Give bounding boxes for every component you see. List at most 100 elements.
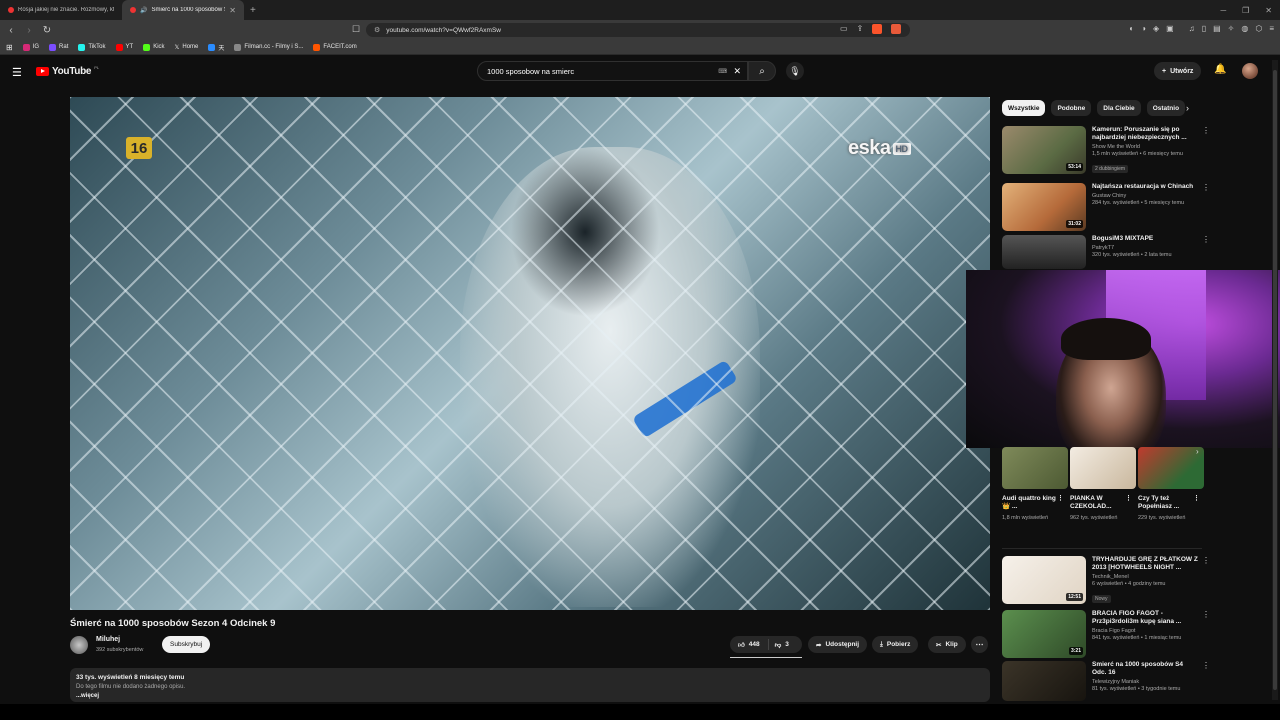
clip-button[interactable]: ✂ Klip bbox=[928, 636, 966, 653]
account-avatar[interactable] bbox=[1242, 63, 1258, 79]
profile-icon[interactable]: ⬡ bbox=[1255, 24, 1262, 33]
browser-tab[interactable]: Rosja jakiej nie znacie. Rozmowy, któ bbox=[0, 0, 122, 20]
channel-avatar[interactable] bbox=[70, 636, 88, 654]
bookmark-item[interactable]: TikTok bbox=[78, 43, 106, 51]
subscribe-button[interactable]: Subskrybuj bbox=[162, 636, 211, 653]
bookmark-item[interactable]: IG bbox=[22, 43, 39, 51]
chip-recent[interactable]: Ostatnio bbox=[1146, 100, 1186, 116]
install-icon[interactable]: ▭ bbox=[840, 24, 848, 34]
bookmark-item[interactable]: Rat bbox=[49, 43, 68, 51]
bookmark-item[interactable]: Filman.cc - Filmy i S... bbox=[234, 43, 304, 51]
extensions-icon[interactable]: ✧ bbox=[1228, 24, 1235, 33]
youtube-logo[interactable]: YouTube PL bbox=[36, 65, 100, 77]
short-item[interactable]: Czy Ty też Popełniasz ... ⋮ 229 tys. wyśw… bbox=[1138, 447, 1204, 522]
minimize-icon[interactable]: ─ bbox=[1220, 6, 1226, 15]
kebab-menu-icon[interactable]: ⋮ bbox=[1125, 495, 1132, 503]
short-title-wrap: Czy Ty też Popełniasz ... ⋮ bbox=[1138, 495, 1200, 511]
short-thumbnail bbox=[1138, 447, 1204, 489]
notifications-bell-icon[interactable]: 🔔 bbox=[1214, 64, 1226, 75]
like-button[interactable]: 👍︎ 448 bbox=[730, 639, 769, 650]
reload-icon[interactable]: ↻ bbox=[40, 25, 54, 36]
browser-tab-active[interactable]: 🔊 Śmierć na 1000 sposobów Se ✕ bbox=[122, 0, 244, 20]
recommendation-info: TRYHARDUJE GRĘ Z PŁATKÓW Z 2013 [HOTWHEE… bbox=[1092, 556, 1210, 605]
kebab-menu-icon[interactable]: ⋮ bbox=[1193, 495, 1200, 503]
extension-icon[interactable]: ◈ bbox=[1153, 24, 1159, 33]
page-scrollbar[interactable] bbox=[1272, 60, 1278, 700]
site-settings-icon[interactable]: ⚙ bbox=[374, 26, 380, 34]
more-actions-button[interactable]: ⋯ bbox=[971, 636, 988, 653]
kebab-menu-icon[interactable]: ⋮ bbox=[1202, 610, 1210, 619]
guide-menu-icon[interactable]: ☰ bbox=[12, 66, 22, 79]
kebab-menu-icon[interactable]: ⋮ bbox=[1202, 661, 1210, 670]
voice-search-button[interactable]: 🎙 bbox=[786, 62, 804, 80]
country-code: PL bbox=[94, 65, 100, 70]
video-player[interactable]: 16 eska HD bbox=[70, 97, 990, 610]
chevron-right-icon[interactable]: › bbox=[1186, 103, 1189, 113]
sidebar-icon[interactable]: ▯ bbox=[1202, 24, 1206, 33]
download-button[interactable]: ⤓ Pobierz bbox=[872, 636, 919, 653]
kebab-menu-icon[interactable]: ⋮ bbox=[1202, 183, 1210, 192]
recommendation-item[interactable]: 53:14 Kamerun: Poruszanie się po najbard… bbox=[1002, 126, 1210, 175]
video-thumbnail: 12:51 bbox=[1002, 556, 1086, 604]
recommendation-item[interactable]: BogusiM3 MIXTAPE PatrykT7 320 tys. wyświ… bbox=[1002, 235, 1210, 269]
brave-shields-icon[interactable] bbox=[872, 24, 883, 34]
recommendation-title: TRYHARDUJE GRĘ Z PŁATKÓW Z 2013 [HOTWHEE… bbox=[1092, 556, 1198, 571]
kebab-menu-icon[interactable]: ⋮ bbox=[1202, 556, 1210, 565]
extension-icon[interactable]: ▣ bbox=[1166, 24, 1174, 33]
search-button[interactable]: ⌕ bbox=[748, 61, 776, 81]
short-item[interactable]: PIANKA W CZEKOLAD... ⋮ 962 tys. wyświetle… bbox=[1070, 447, 1136, 522]
bookmark-item[interactable]: 𝕏 Home bbox=[175, 44, 199, 51]
share-icon[interactable]: ⇪ bbox=[857, 24, 864, 34]
recommendation-item[interactable]: 31:02 Najtańsza restauracja w Chinach Gu… bbox=[1002, 183, 1210, 231]
kebab-menu-icon[interactable]: ⋮ bbox=[1202, 235, 1210, 244]
bookmark-favicon-icon bbox=[78, 43, 86, 51]
close-tab-icon[interactable]: ✕ bbox=[229, 6, 236, 15]
close-window-icon[interactable]: ✕ bbox=[1265, 6, 1272, 15]
extension-icon[interactable]: ◑ bbox=[1141, 24, 1146, 33]
new-tab-icon[interactable]: + bbox=[244, 5, 262, 16]
bookmark-item[interactable]: FACEIT.com bbox=[313, 43, 357, 51]
recommendation-title: BogusiM3 MIXTAPE bbox=[1092, 235, 1154, 242]
forward-icon[interactable]: › bbox=[22, 25, 36, 36]
search-input[interactable]: 1000 sposobow na smierc ⌨ ✕ bbox=[477, 61, 748, 81]
description-box[interactable]: 33 tys. wyświetleń 8 miesięcy temu Do te… bbox=[70, 668, 990, 702]
clear-search-icon[interactable]: ✕ bbox=[733, 66, 741, 77]
create-button[interactable]: + Utwórz bbox=[1154, 62, 1202, 80]
dislike-button[interactable]: 👎︎ 3 bbox=[769, 641, 795, 649]
recommendation-item[interactable]: 12:51 TRYHARDUJE GRĘ Z PŁATKÓW Z 2013 [H… bbox=[1002, 556, 1210, 605]
shorts-next-icon[interactable]: › bbox=[1196, 447, 1199, 456]
recommendation-item[interactable]: 3:21 BRACIA FIGO FAGOT - Prz3pi3rdoli3m … bbox=[1002, 610, 1210, 658]
bookmark-icon[interactable]: ☐ bbox=[352, 24, 360, 35]
bookmark-item[interactable]: Kick bbox=[143, 43, 165, 51]
recommendation-item[interactable]: Śmierć na 1000 sposobów S4 Odc. 16 Telew… bbox=[1002, 661, 1210, 701]
kebab-menu-icon[interactable]: ⋮ bbox=[1202, 126, 1210, 135]
thumbs-up-icon: 👍︎ bbox=[738, 641, 745, 649]
url-bar[interactable]: ⚙ youtube.com/watch?v=QWwf2RAxmSw bbox=[366, 23, 910, 37]
menu-icon[interactable]: ≡ bbox=[1269, 24, 1274, 33]
dislike-count: 3 bbox=[785, 641, 789, 648]
chip-all[interactable]: Wszystkie bbox=[1002, 100, 1046, 116]
short-item[interactable]: Audi quattro king 👑 ... ⋮ 1,8 mln wyświet… bbox=[1002, 447, 1068, 522]
bookmark-item[interactable]: YT bbox=[115, 43, 133, 51]
show-more-link[interactable]: ...więcej bbox=[76, 693, 984, 699]
apps-grid-icon[interactable]: ⊞ bbox=[6, 43, 13, 52]
share-button[interactable]: ➦ Udostępnij bbox=[808, 636, 868, 653]
short-views: 962 tys. wyświetleń bbox=[1070, 515, 1118, 521]
brave-rewards-icon[interactable] bbox=[891, 24, 902, 34]
extension-icon[interactable]: ◐ bbox=[1129, 24, 1134, 33]
restore-icon[interactable]: ❐ bbox=[1242, 6, 1249, 15]
chip-for-you[interactable]: Dla Ciebie bbox=[1097, 100, 1141, 116]
recommendation-title: Śmierć na 1000 sposobów S4 Odc. 16 bbox=[1092, 661, 1184, 676]
channel-name[interactable]: Miluhej bbox=[96, 636, 120, 643]
bookmark-item[interactable]: 天 bbox=[208, 43, 224, 52]
scrollbar-thumb[interactable] bbox=[1273, 70, 1277, 690]
wallet-icon[interactable]: ◍ bbox=[1241, 24, 1248, 33]
bookmark-label: Filman.cc - Filmy i S... bbox=[244, 44, 304, 50]
keyboard-icon[interactable]: ⌨ bbox=[718, 68, 727, 75]
tab-search-icon[interactable]: ▤ bbox=[1213, 24, 1221, 33]
media-icon[interactable]: ♫ bbox=[1189, 24, 1195, 33]
back-icon[interactable]: ‹ bbox=[4, 25, 18, 36]
kebab-menu-icon[interactable]: ⋮ bbox=[1057, 495, 1064, 503]
browser-tab-bar: Rosja jakiej nie znacie. Rozmowy, któ 🔊 … bbox=[0, 0, 1280, 20]
chip-related[interactable]: Podobne bbox=[1051, 100, 1092, 116]
